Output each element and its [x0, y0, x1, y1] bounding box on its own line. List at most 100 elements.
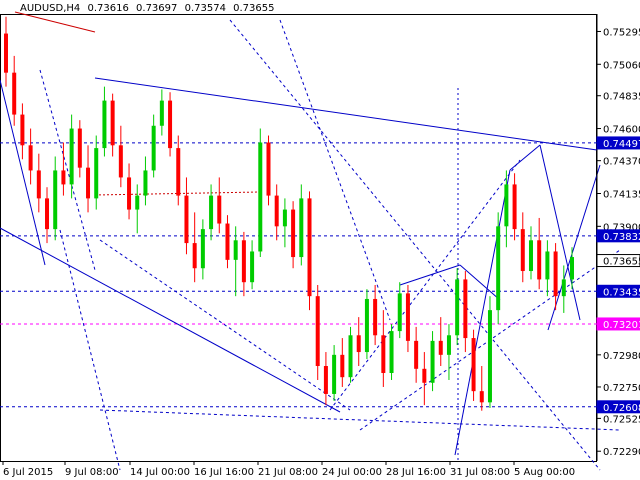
y-tick-label: 0.74600: [603, 125, 640, 136]
level-tag-label: 0.74497: [603, 139, 640, 150]
y-tick-label: 0.72980: [603, 351, 640, 362]
candle-body: [545, 251, 550, 280]
trend-line: [509, 144, 541, 171]
trend-line: [99, 239, 351, 411]
candle-body: [553, 251, 558, 297]
candle-body: [118, 145, 123, 178]
y-tick-label: 0.74135: [603, 189, 640, 200]
candle-body: [422, 368, 427, 383]
candle-body: [340, 354, 345, 378]
candle-body: [159, 100, 164, 126]
candle-body: [356, 335, 361, 353]
y-tick-label: 0.75295: [603, 27, 640, 38]
candle-body: [520, 229, 525, 272]
candle-body: [479, 391, 484, 403]
candle-body: [94, 148, 99, 199]
candle-body: [537, 240, 542, 280]
x-tick-label: 6 Jul 2015: [3, 467, 53, 478]
candle-body: [487, 310, 492, 403]
trend-line: [99, 409, 621, 431]
y-tick-label: 0.72290: [603, 447, 640, 458]
candle-body: [225, 223, 230, 260]
candle-body: [373, 298, 378, 336]
candle-body: [28, 145, 33, 171]
candle-body: [463, 279, 468, 339]
candle-body: [381, 335, 386, 373]
candle-body: [282, 209, 287, 227]
candle-body: [143, 170, 148, 196]
level-tag-label: 0.73201: [603, 320, 640, 331]
trend-line: [0, 227, 341, 413]
y-tick-label: 0.72750: [603, 383, 640, 394]
candle-body: [200, 229, 205, 269]
x-tick-label: 28 Jul 16:00: [386, 467, 446, 478]
x-tick-label: 9 Jul 08:00: [65, 467, 119, 478]
candle-body: [184, 195, 189, 244]
candle-body: [570, 257, 574, 280]
candle-body: [397, 293, 402, 332]
candle-body: [446, 335, 451, 355]
x-tick-label: 5 Aug 00:00: [514, 467, 575, 478]
y-tick-label: 0.75060: [603, 60, 640, 71]
x-tick-label: 31 Jul 08:00: [450, 467, 510, 478]
x-tick-label: 16 Jul 16:00: [194, 467, 254, 478]
candle-body: [291, 209, 296, 258]
candle-body: [241, 240, 246, 283]
candle-body: [438, 340, 443, 355]
candle-body: [110, 100, 115, 146]
candle-body: [102, 100, 107, 149]
level-tag-label: 0.73655: [603, 257, 640, 268]
candle-body: [86, 167, 91, 199]
candle-body: [266, 142, 271, 196]
plot-frame: [0, 14, 597, 462]
candle-body: [127, 177, 132, 210]
candle-body: [504, 184, 509, 227]
candle-body: [45, 198, 50, 230]
candle-body: [455, 279, 460, 336]
candle-body: [69, 128, 74, 185]
candle-body: [61, 170, 66, 185]
x-tick-label: 14 Jul 00:00: [130, 467, 190, 478]
price-chart[interactable]: 0.75295 0.75060 0.74835 0.74600 0.74370 0.741…: [0, 0, 640, 480]
candle-body: [274, 195, 279, 227]
trend-line: [399, 264, 461, 286]
candle-body: [36, 170, 41, 199]
candle-body: [77, 128, 82, 168]
candle-body: [323, 366, 328, 394]
candle-body: [20, 114, 25, 146]
candle-body: [250, 251, 255, 283]
trend-line: [229, 19, 601, 471]
candle-body: [4, 33, 8, 73]
candle-body: [405, 293, 410, 341]
candle-body: [561, 279, 566, 297]
candle-body: [430, 340, 435, 383]
candle-body: [217, 195, 222, 224]
x-tick-label: 24 Jul 00:00: [322, 467, 382, 478]
candle-body: [512, 184, 517, 230]
candle-body: [176, 148, 181, 196]
trend-line: [539, 144, 581, 321]
candle-body: [315, 296, 320, 367]
candle-body: [348, 335, 353, 378]
candle-body: [209, 195, 214, 230]
chart-window: AUDUSD,H4 0.73616 0.73697 0.73574 0.7365…: [0, 0, 640, 480]
candle-body: [233, 240, 238, 260]
candle-body: [332, 354, 337, 394]
level-tag-label: 0.73832: [603, 232, 640, 243]
y-tick-label: 0.74835: [603, 92, 640, 103]
candle-body: [471, 338, 476, 392]
candle-body: [258, 142, 263, 252]
candle-body: [151, 125, 156, 171]
candle-body: [364, 298, 369, 353]
candle-body: [168, 100, 173, 149]
y-tick-label: 0.74370: [603, 157, 640, 168]
trend-line: [279, 19, 391, 321]
trend-line: [454, 169, 511, 456]
candle-body: [299, 198, 304, 258]
candle-body: [12, 72, 17, 115]
candle-body: [307, 198, 312, 297]
y-tick-label: 0.72525: [603, 414, 640, 425]
trend-line: [59, 229, 121, 471]
candle-body: [528, 240, 533, 272]
candle-body: [135, 195, 140, 210]
